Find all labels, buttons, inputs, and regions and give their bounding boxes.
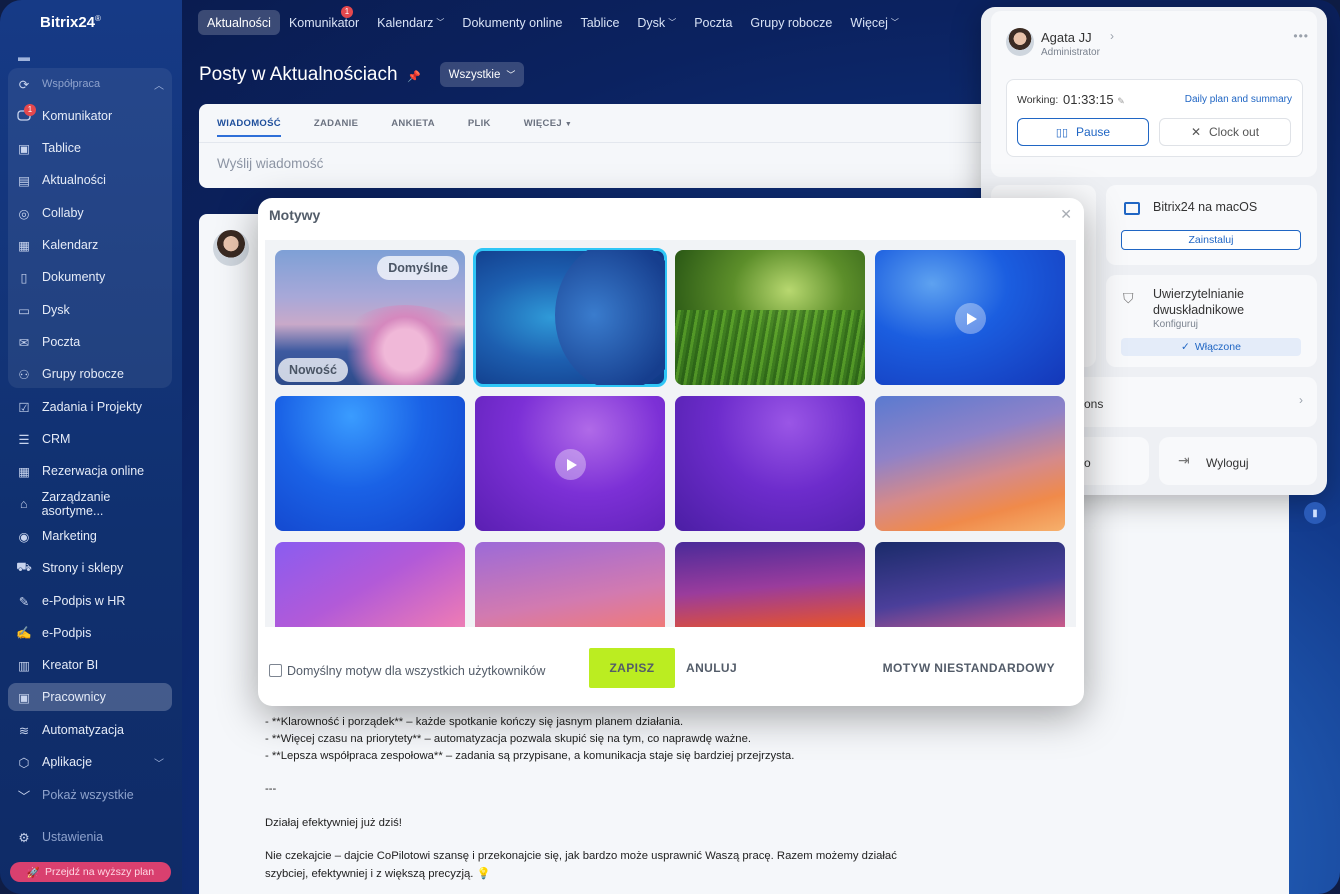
theme-tile-grass[interactable] (675, 250, 865, 385)
theme-tile-flowers[interactable]: Domyślne Nowość (275, 250, 465, 385)
theme-tile-blue-gradient[interactable] (275, 396, 465, 531)
default-theme-label[interactable]: Domyślny motyw dla wszystkich użytkownik… (287, 664, 545, 678)
theme-tile-blue-video[interactable] (875, 250, 1065, 385)
cancel-button[interactable]: ANULUJ (686, 661, 737, 675)
default-theme-checkbox[interactable] (269, 664, 282, 677)
theme-tile-purple-video[interactable] (475, 396, 665, 531)
default-tag: Domyślne (377, 256, 459, 280)
theme-tile-dark-waves[interactable] (875, 542, 1065, 627)
theme-tile-sunset-waves[interactable] (875, 396, 1065, 531)
theme-tile-blue-shapes[interactable] (473, 248, 667, 387)
play-icon[interactable] (555, 449, 586, 480)
dialog-title: Motywy (269, 207, 321, 223)
theme-tile-violet[interactable] (675, 396, 865, 531)
dialog-footer: Domyślny motyw dla wszystkich użytkownik… (258, 638, 1084, 698)
save-button[interactable]: ZAPISZ (589, 648, 675, 688)
theme-grid: Domyślne Nowość (265, 240, 1076, 627)
close-icon[interactable]: ✕ (1060, 206, 1072, 223)
new-tag: Nowość (278, 358, 348, 382)
play-icon[interactable] (955, 303, 986, 334)
theme-tile-orange-dusk[interactable] (675, 542, 865, 627)
themes-dialog: Motywy ✕ Domyślne Nowość Domyślny motyw … (258, 198, 1084, 706)
custom-theme-button[interactable]: MOTYW NIESTANDARDOWY (883, 661, 1055, 675)
theme-tile-pink-purple[interactable] (275, 542, 465, 627)
theme-tile-pink-orange[interactable] (475, 542, 665, 627)
modal-overlay: Motywy ✕ Domyślne Nowość Domyślny motyw … (0, 0, 1340, 894)
